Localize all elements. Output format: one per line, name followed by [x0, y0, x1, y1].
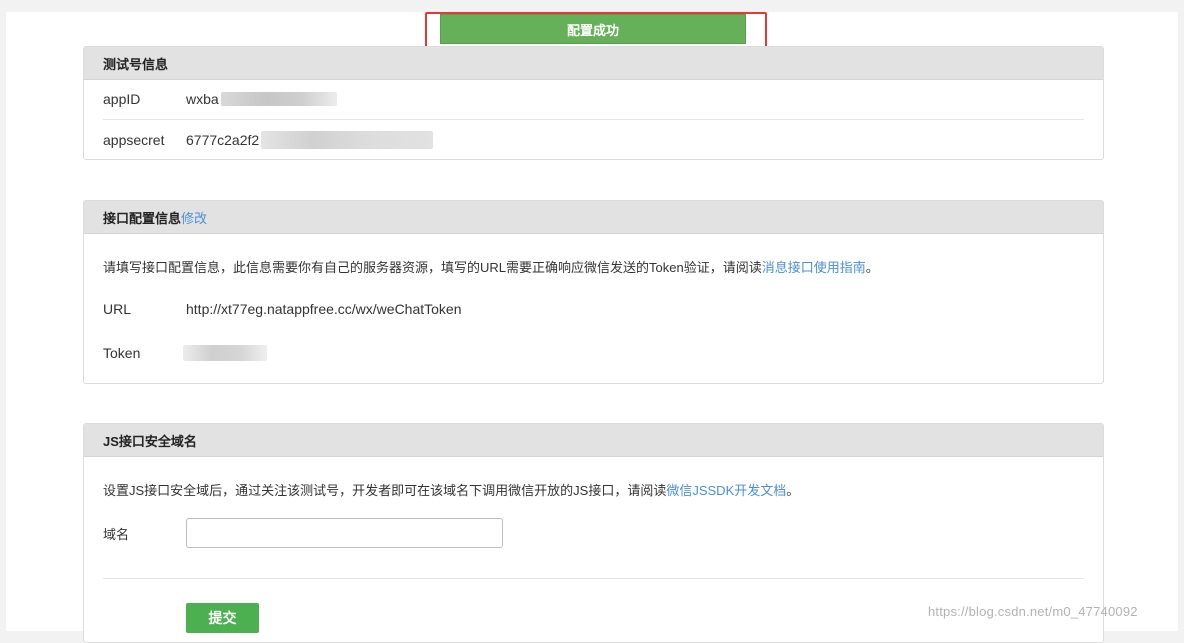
- success-toast: 配置成功: [440, 14, 746, 44]
- token-row: Token: [103, 345, 267, 361]
- description-end: 。: [786, 483, 800, 498]
- domain-label-row: 域名: [103, 524, 186, 543]
- edit-link[interactable]: 修改: [181, 208, 207, 227]
- description-text: 请填写接口配置信息，此信息需要你有自己的服务器资源，填写的URL需要正确响应微信…: [103, 260, 762, 275]
- jssdk-doc-link[interactable]: 微信JSSDK开发文档: [666, 483, 786, 498]
- token-redacted: [183, 345, 267, 361]
- domain-input[interactable]: [186, 518, 503, 548]
- divider: [103, 578, 1084, 579]
- description-end: 。: [865, 260, 879, 275]
- description-text: 设置JS接口安全域后，通过关注该测试号，开发者即可在该域名下调用微信开放的JS接…: [103, 483, 667, 498]
- panel-title: 测试号信息: [84, 47, 1103, 80]
- test-account-title: 测试号信息: [103, 56, 169, 72]
- appsecret-row: appsecret 6777c2a2f2: [103, 131, 434, 149]
- domain-label: 域名: [103, 527, 130, 542]
- appid-row: appID wxba: [103, 91, 337, 107]
- url-label: URL: [103, 301, 132, 317]
- appid-value: wxba: [186, 91, 219, 107]
- appsecret-redacted: [261, 131, 434, 149]
- url-row: URL http://xt77eg.natappfree.cc/wx/weCha…: [103, 301, 462, 317]
- js-domain-description: 设置JS接口安全域后，通过关注该测试号，开发者即可在该域名下调用微信开放的JS接…: [103, 480, 799, 499]
- watermark: https://blog.csdn.net/m0_47740092: [928, 604, 1138, 619]
- appid-redacted: [220, 92, 337, 106]
- panel-title: JS接口安全域名: [84, 424, 1103, 457]
- appsecret-label: appsecret: [103, 132, 165, 148]
- appid-label: appID: [103, 91, 141, 107]
- url-value: http://xt77eg.natappfree.cc/wx/weChatTok…: [186, 301, 462, 317]
- guide-link[interactable]: 消息接口使用指南: [762, 260, 866, 275]
- divider: [103, 119, 1084, 120]
- submit-button[interactable]: 提交: [186, 603, 259, 633]
- appsecret-value: 6777c2a2f2: [186, 132, 260, 148]
- panel-title: 接口配置信息 修改: [84, 201, 1103, 234]
- test-account-panel: 测试号信息 appID wxba appsecret 6777c2a2f2: [83, 46, 1104, 160]
- js-domain-title: JS接口安全域名: [103, 433, 197, 449]
- interface-description: 请填写接口配置信息，此信息需要你有自己的服务器资源，填写的URL需要正确响应微信…: [103, 257, 879, 276]
- token-label: Token: [103, 345, 141, 361]
- interface-config-panel: 接口配置信息 修改 请填写接口配置信息，此信息需要你有自己的服务器资源，填写的UR…: [83, 200, 1104, 384]
- interface-config-title: 接口配置信息: [103, 210, 182, 226]
